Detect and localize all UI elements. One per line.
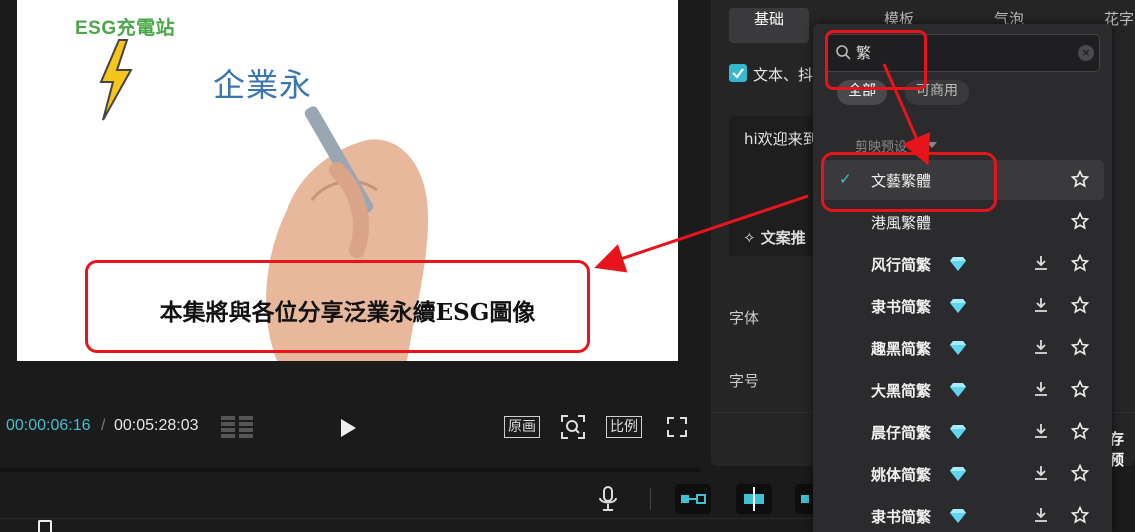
diamond-icon bbox=[950, 341, 966, 355]
download-icon[interactable] bbox=[1034, 255, 1048, 271]
download-icon[interactable] bbox=[1034, 381, 1048, 397]
font-name: 趣黑简繁 bbox=[871, 340, 932, 358]
filter-commercial[interactable]: 可商用 bbox=[905, 80, 969, 105]
channel-logo: ESG充電站 bbox=[75, 18, 176, 39]
subtitle-text[interactable]: 本集將與各位分享泛業永續ESG圖像 bbox=[17, 293, 678, 327]
microphone-icon[interactable] bbox=[598, 486, 618, 512]
font-list-item[interactable]: 趣黑简繁 bbox=[821, 328, 1104, 368]
font-list-item[interactable]: 风行简繁 bbox=[821, 244, 1104, 284]
font-list-item[interactable]: 姚体简繁 bbox=[821, 454, 1104, 494]
aspect-ratio-button[interactable]: 比例 bbox=[606, 416, 642, 438]
font-name: 隶书简繁 bbox=[871, 298, 932, 316]
font-list-item[interactable]: ✓ 文藝繁體 bbox=[821, 160, 1104, 200]
diamond-icon bbox=[950, 509, 966, 523]
clear-icon[interactable]: × bbox=[1078, 45, 1094, 61]
star-icon[interactable] bbox=[1071, 422, 1089, 440]
check-icon bbox=[732, 68, 744, 79]
text-content-value: hi欢迎来到 bbox=[744, 130, 818, 148]
original-view-button[interactable]: 原画 bbox=[504, 416, 540, 438]
star-icon[interactable] bbox=[1071, 506, 1089, 524]
filter-all[interactable]: 全部 bbox=[837, 80, 887, 105]
diamond-icon bbox=[950, 257, 966, 271]
star-icon[interactable] bbox=[1071, 170, 1089, 188]
download-icon[interactable] bbox=[1034, 507, 1048, 523]
download-icon[interactable] bbox=[1034, 465, 1048, 481]
ai-copywriting-label: 文案推 bbox=[760, 229, 806, 247]
sparkle-icon: ✧ bbox=[743, 229, 761, 247]
time-separator: / bbox=[101, 417, 106, 434]
size-label: 字号 bbox=[729, 372, 760, 390]
download-icon[interactable] bbox=[1034, 297, 1048, 313]
star-icon[interactable] bbox=[1071, 464, 1089, 482]
font-name: 姚体简繁 bbox=[871, 466, 932, 484]
font-list-item[interactable]: 隶书简繁 bbox=[821, 286, 1104, 326]
font-label: 字体 bbox=[729, 309, 760, 327]
tab-basic[interactable]: 基础 bbox=[729, 8, 809, 43]
ai-copywriting-button[interactable]: ✧ 文案推 bbox=[743, 227, 806, 248]
video-preview[interactable]: ESG充電站 企業永 本集將與各位分享泛業永續ESG圖像 bbox=[17, 0, 678, 361]
font-dropdown: 繁 × 全部 可商用 剪映预设 ✓ 文藝繁體 港風繁體 风行简繁 隶书简繁 趣黑简繁 大黑简… bbox=[813, 24, 1112, 532]
font-name: 隶书简繁 bbox=[871, 508, 932, 526]
app-window: ESG充電站 企業永 本集將與各位分享泛業永續ESG圖像 00:00:06:16… bbox=[0, 0, 1135, 532]
save-preset-button[interactable]: 存预 bbox=[1109, 428, 1135, 470]
diamond-icon bbox=[950, 467, 966, 481]
download-icon[interactable] bbox=[1034, 339, 1048, 355]
font-list-item[interactable]: 港風繁體 bbox=[821, 202, 1104, 242]
toolbar-separator bbox=[650, 488, 651, 510]
current-time: 00:00:06:16 bbox=[6, 417, 91, 434]
font-list-item[interactable]: 晨仔简繁 bbox=[821, 412, 1104, 452]
total-time: 00:05:28:03 bbox=[114, 417, 199, 434]
snap-button[interactable] bbox=[736, 484, 772, 514]
diamond-icon bbox=[950, 299, 966, 313]
search-icon bbox=[836, 45, 851, 60]
caret-down-icon[interactable] bbox=[927, 142, 937, 148]
fit-icon[interactable] bbox=[560, 414, 586, 440]
checkbox-label: 文本、抖 bbox=[753, 66, 814, 84]
play-icon[interactable] bbox=[338, 417, 358, 439]
font-name: 港風繁體 bbox=[871, 214, 932, 232]
playhead-handle[interactable] bbox=[38, 520, 52, 532]
font-list-item[interactable]: 隶书简繁 bbox=[821, 496, 1104, 532]
font-name: 风行简繁 bbox=[871, 256, 932, 274]
panel-divider[interactable] bbox=[0, 468, 700, 472]
grid-icon[interactable] bbox=[221, 416, 255, 438]
star-icon[interactable] bbox=[1071, 254, 1089, 272]
star-icon[interactable] bbox=[1071, 380, 1089, 398]
star-icon[interactable] bbox=[1071, 338, 1089, 356]
download-icon[interactable] bbox=[1034, 423, 1048, 439]
apply-checkbox[interactable] bbox=[729, 64, 747, 82]
star-icon[interactable] bbox=[1071, 212, 1089, 230]
timeline-ruler[interactable] bbox=[0, 518, 820, 532]
section-label[interactable]: 剪映预设 bbox=[855, 136, 907, 155]
diamond-icon bbox=[950, 425, 966, 439]
link-main-track-button[interactable] bbox=[675, 484, 711, 514]
lightning-icon bbox=[99, 39, 133, 121]
font-name: 大黑简繁 bbox=[871, 382, 932, 400]
diamond-icon bbox=[950, 383, 966, 397]
star-icon[interactable] bbox=[1071, 296, 1089, 314]
snap-icon bbox=[744, 487, 764, 511]
font-search-value: 繁 bbox=[856, 44, 872, 62]
fullscreen-icon[interactable] bbox=[666, 416, 688, 438]
font-name: 文藝繁體 bbox=[871, 172, 932, 190]
check-icon: ✓ bbox=[839, 170, 852, 188]
font-list-item[interactable]: 大黑简繁 bbox=[821, 370, 1104, 410]
font-name: 晨仔简繁 bbox=[871, 424, 932, 442]
link-icon bbox=[681, 494, 706, 504]
